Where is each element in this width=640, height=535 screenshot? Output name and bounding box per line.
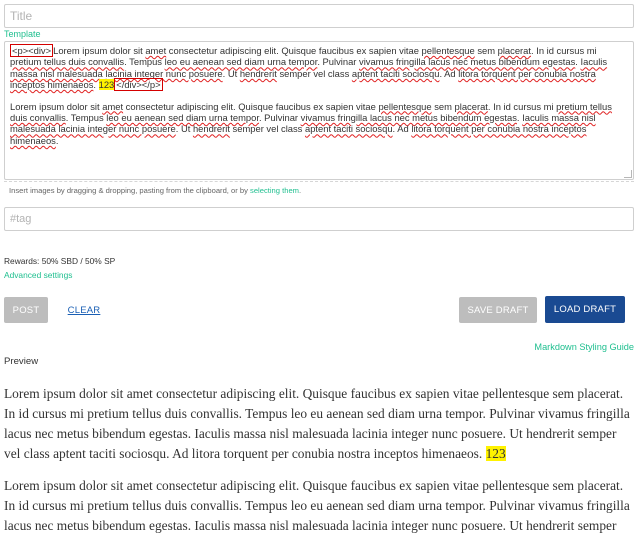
save-draft-button[interactable]: Save Draft xyxy=(459,297,537,323)
load-draft-button[interactable]: Load Draft xyxy=(545,296,625,323)
resize-handle[interactable] xyxy=(624,170,632,178)
preview-paragraph-2: Lorem ipsum dolor sit amet consectetur a… xyxy=(4,478,630,533)
body-editor[interactable]: <p><div> Lorem ipsum dolor sit amet conse… xyxy=(4,41,634,180)
markdown-guide-link[interactable]: Markdown Styling Guide xyxy=(534,342,634,352)
image-dropzone-hint: Insert images by dragging & dropping, pa… xyxy=(4,181,634,201)
title-input[interactable] xyxy=(4,4,634,28)
tag-input[interactable] xyxy=(4,207,634,231)
post-button[interactable]: Post xyxy=(4,297,48,323)
preview-label: Preview xyxy=(4,356,39,367)
advanced-settings-link[interactable]: Advanced settings xyxy=(4,270,72,280)
select-images-link[interactable]: selecting them xyxy=(250,186,299,195)
template-link[interactable]: Template xyxy=(4,29,41,39)
clear-button[interactable]: Clear xyxy=(60,297,108,323)
open-tag-highlight: <p><div> xyxy=(10,44,54,57)
editor-paragraph-1: <p><div> Lorem ipsum dolor sit amet conse… xyxy=(10,44,608,92)
preview-pane: Lorem ipsum dolor sit amet consectetur a… xyxy=(4,384,636,535)
preview-highlighted-number: 123 xyxy=(485,446,506,461)
rewards-info: Rewards: 50% SBD / 50% SP xyxy=(4,256,116,266)
preview-paragraph-1: Lorem ipsum dolor sit amet consectetur a… xyxy=(4,386,630,461)
editor-paragraph-2: Lorem ipsum dolor sit amet consectetur a… xyxy=(10,100,612,146)
highlighted-number: 123 xyxy=(98,79,115,91)
close-tag-highlight: </div></p> xyxy=(114,78,163,92)
